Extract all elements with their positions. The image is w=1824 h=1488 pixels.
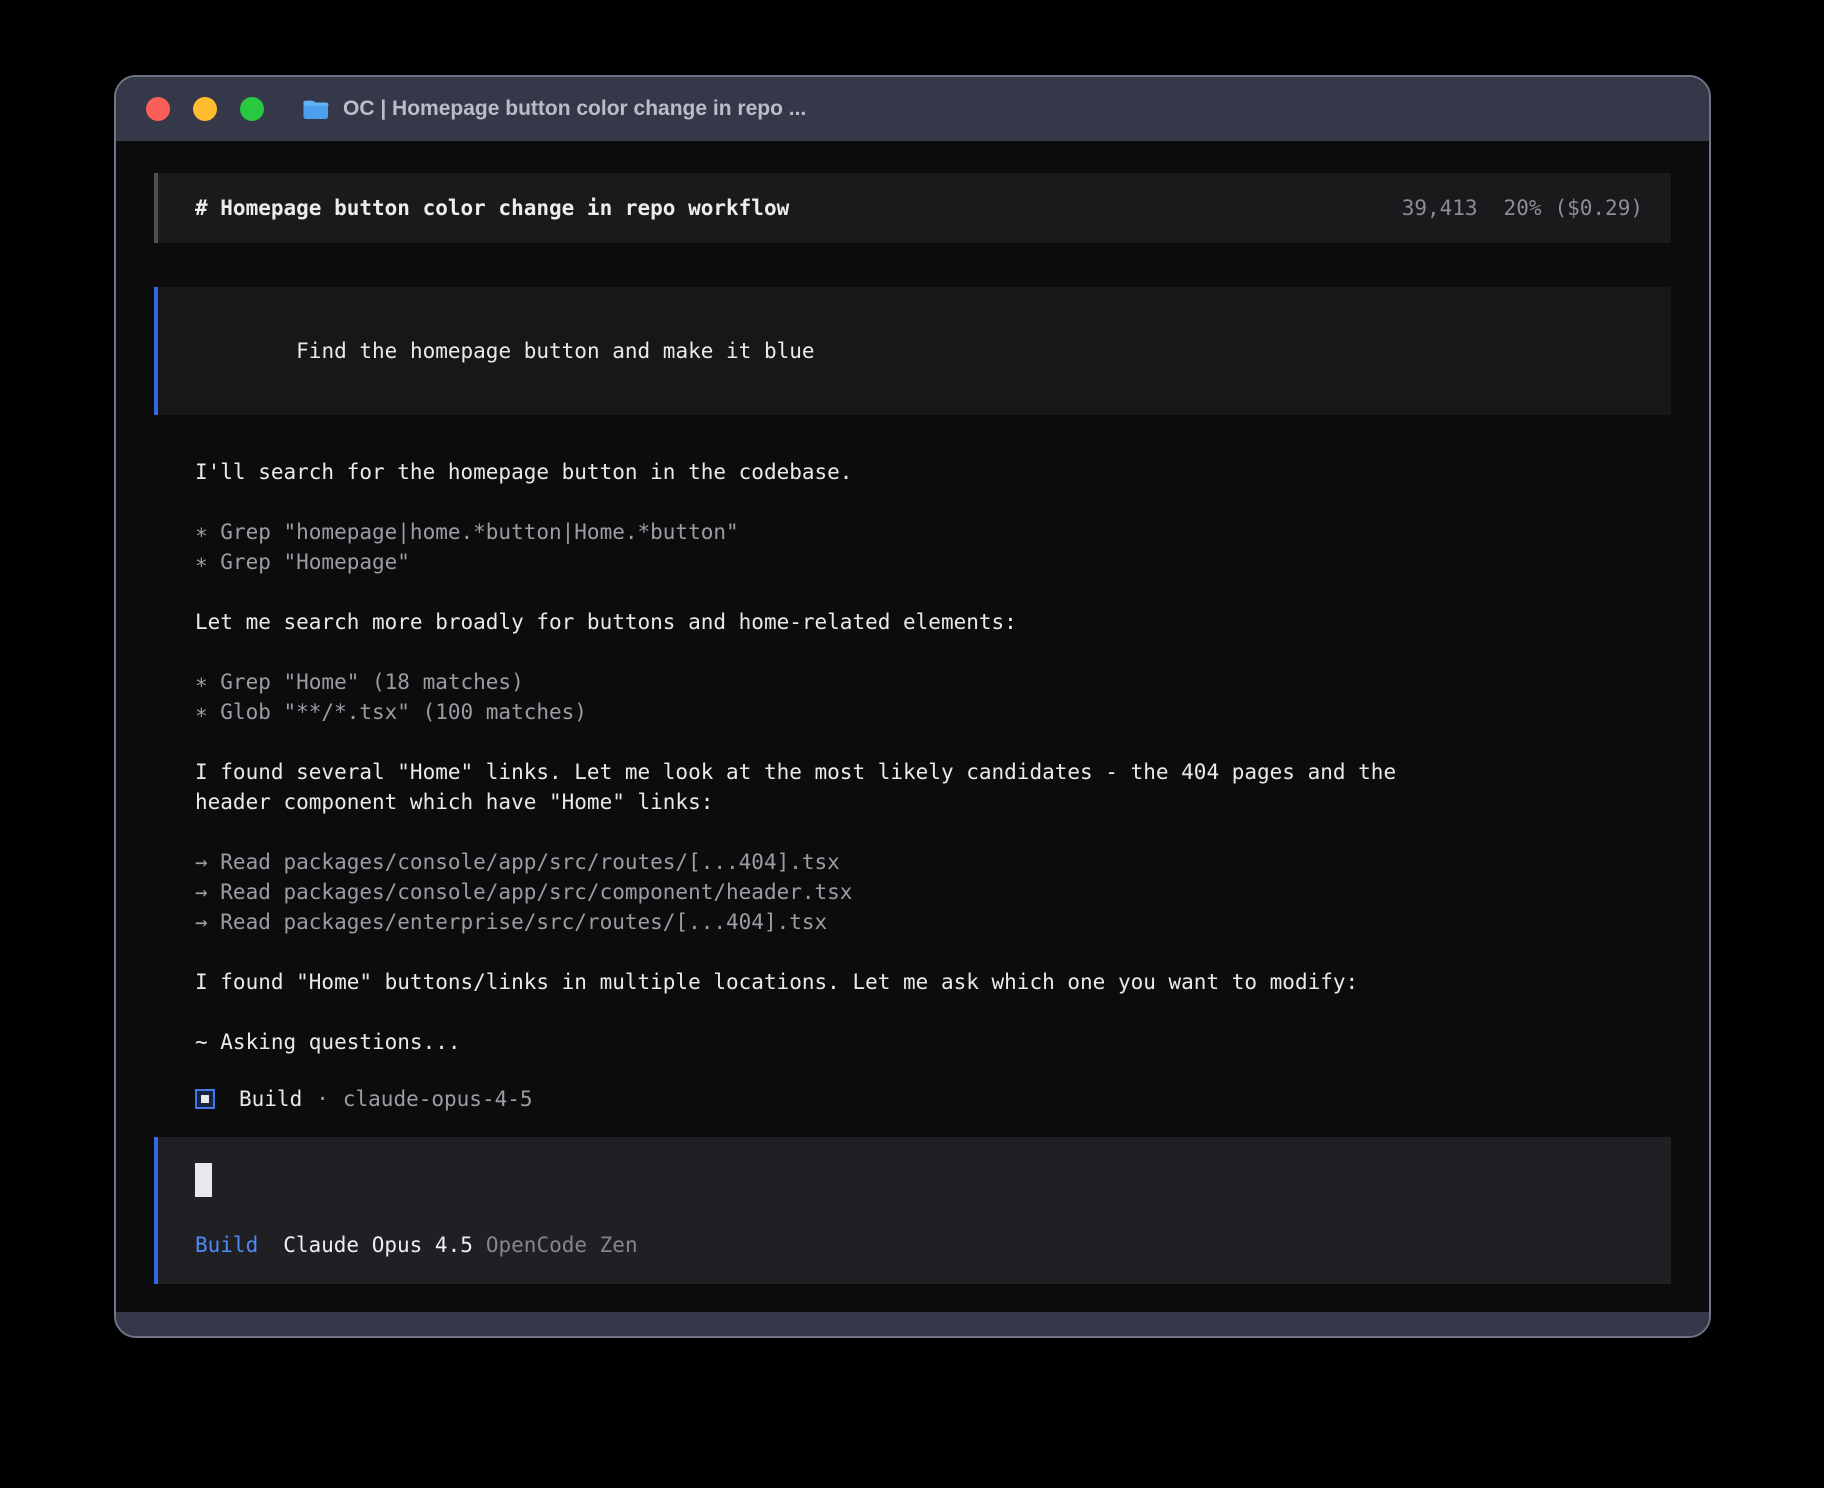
prompt-input[interactable]: Build Claude Opus 4.5 OpenCode Zen (154, 1137, 1671, 1284)
agent-build-icon (195, 1089, 215, 1109)
transcript-group: ~ Asking questions... (195, 1027, 1671, 1057)
transcript-group: ∗ Grep "Home" (18 matches)∗ Glob "**/*.t… (195, 667, 1671, 727)
session-view: # Homepage button color change in repo w… (116, 141, 1709, 1312)
model-label: Claude Opus 4.5 (283, 1230, 473, 1260)
transcript-group: Let me search more broadly for buttons a… (195, 607, 1671, 637)
transcript-group: I found "Home" buttons/links in multiple… (195, 967, 1671, 997)
tool-call-line: → Read packages/enterprise/src/routes/[.… (195, 907, 1671, 937)
terminal-window: OC | Homepage button color change in rep… (114, 75, 1711, 1338)
user-message: Find the homepage button and make it blu… (154, 287, 1671, 415)
assistant-text-line: I found several "Home" links. Let me loo… (195, 757, 1671, 787)
session-cost: ($0.29) (1554, 196, 1643, 220)
transcript-group: → Read packages/console/app/src/routes/[… (195, 847, 1671, 937)
bottom-chrome-strip (116, 1312, 1709, 1336)
assistant-text-line: I'll search for the homepage button in t… (195, 457, 1671, 487)
status-bar: escinterrupt ctrl+tvariantstabagentsctrl… (154, 1284, 1671, 1312)
tool-call-line: ∗ Grep "Homepage" (195, 547, 1671, 577)
session-title: # Homepage button color change in repo w… (195, 196, 789, 220)
mode-label: Build (195, 1230, 258, 1260)
tool-call-line: → Read packages/console/app/src/componen… (195, 877, 1671, 907)
window-controls (146, 97, 264, 121)
agent-model: claude-opus-4-5 (343, 1087, 533, 1111)
hint-interrupt: escinterrupt (311, 1304, 599, 1312)
transcript-group: ∗ Grep "homepage|home.*button|Home.*butt… (195, 517, 1671, 577)
token-count: 39,413 (1402, 196, 1478, 220)
screen: OC | Homepage button color change in rep… (0, 0, 1824, 1488)
transcript-group: I found several "Home" links. Let me loo… (195, 757, 1671, 817)
session-header: # Homepage button color change in repo w… (154, 173, 1671, 243)
assistant-text-line: ~ Asking questions... (195, 1027, 1671, 1057)
session-stats: 39,413 20% ($0.29) (1402, 196, 1643, 220)
text-cursor (195, 1163, 212, 1197)
agent-name: Build (239, 1087, 302, 1111)
input-mode-row: Build Claude Opus 4.5 OpenCode Zen (195, 1230, 1643, 1260)
assistant-text-line: I found "Home" buttons/links in multiple… (195, 967, 1671, 997)
assistant-text-line: header component which have "Home" links… (195, 787, 1671, 817)
window-title: OC | Homepage button color change in rep… (343, 97, 806, 121)
zoom-button[interactable] (240, 97, 264, 121)
tool-call-line: → Read packages/console/app/src/routes/[… (195, 847, 1671, 877)
tool-call-line: ∗ Glob "**/*.tsx" (100 matches) (195, 697, 1671, 727)
minimize-button[interactable] (193, 97, 217, 121)
tool-call-line: ∗ Grep "homepage|home.*button|Home.*butt… (195, 517, 1671, 547)
provider-label: OpenCode Zen (486, 1230, 638, 1260)
user-message-text: Find the homepage button and make it blu… (296, 339, 814, 363)
tool-call-line: ∗ Grep "Home" (18 matches) (195, 667, 1671, 697)
agent-status-line: Build · claude-opus-4-5 (154, 1087, 1671, 1111)
context-percent: 20% (1504, 196, 1542, 220)
title-bar: OC | Homepage button color change in rep… (116, 77, 1709, 141)
assistant-transcript: I'll search for the homepage button in t… (154, 457, 1671, 1087)
transcript-group: I'll search for the homepage button in t… (195, 457, 1671, 487)
agent-separator: · (316, 1087, 329, 1111)
close-button[interactable] (146, 97, 170, 121)
assistant-text-line: Let me search more broadly for buttons a… (195, 607, 1671, 637)
folder-icon (302, 98, 330, 121)
